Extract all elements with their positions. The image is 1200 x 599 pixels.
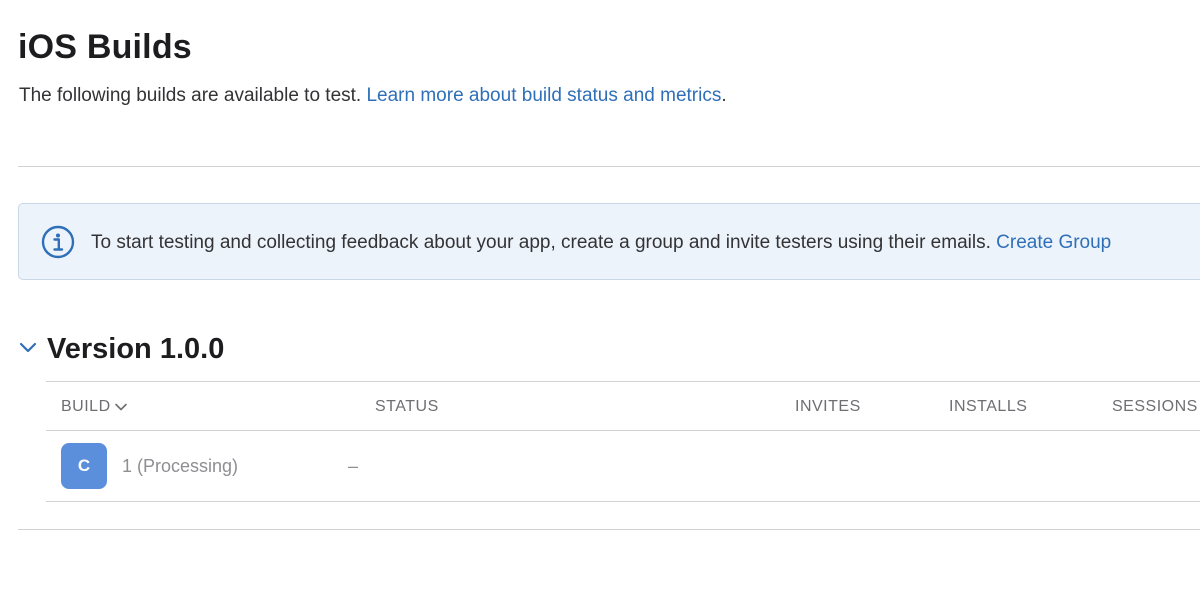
top-divider xyxy=(18,166,1200,167)
info-banner: To start testing and collecting feedback… xyxy=(18,203,1200,280)
builds-table: BUILD STATUS INVITES INSTALLS SESSIONS C… xyxy=(46,381,1200,502)
build-status: – xyxy=(348,456,359,476)
column-header-installs: INSTALLS xyxy=(949,398,1028,415)
build-badge: C xyxy=(61,443,107,489)
learn-more-link[interactable]: Learn more about build status and metric… xyxy=(366,85,721,106)
column-header-sessions: SESSIONS xyxy=(1112,398,1198,415)
create-group-link[interactable]: Create Group xyxy=(996,232,1111,253)
subtitle-period: . xyxy=(721,85,727,106)
chevron-down-icon[interactable] xyxy=(18,338,38,358)
banner-message: To start testing and collecting feedback… xyxy=(91,231,1111,255)
page: iOS Builds The following builds are avai… xyxy=(0,0,1200,599)
info-circle-icon xyxy=(41,225,75,259)
page-subtitle: The following builds are available to te… xyxy=(19,84,727,108)
column-header-invites: INVITES xyxy=(795,398,861,415)
column-header-status: STATUS xyxy=(375,398,439,415)
bottom-divider xyxy=(18,529,1200,530)
version-title: Version 1.0.0 xyxy=(47,333,225,365)
column-header-build-label: BUILD xyxy=(61,398,111,415)
subtitle-text: The following builds are available to te… xyxy=(19,85,367,106)
sort-chevron-down-icon xyxy=(114,403,127,411)
table-header: BUILD STATUS INVITES INSTALLS SESSIONS xyxy=(46,381,1200,431)
column-header-build[interactable]: BUILD xyxy=(61,397,128,417)
table-row[interactable]: C 1 (Processing) – xyxy=(46,431,1200,502)
build-number[interactable]: 1 (Processing) xyxy=(122,455,238,477)
banner-text: To start testing and collecting feedback… xyxy=(91,232,997,253)
page-title: iOS Builds xyxy=(18,28,192,66)
